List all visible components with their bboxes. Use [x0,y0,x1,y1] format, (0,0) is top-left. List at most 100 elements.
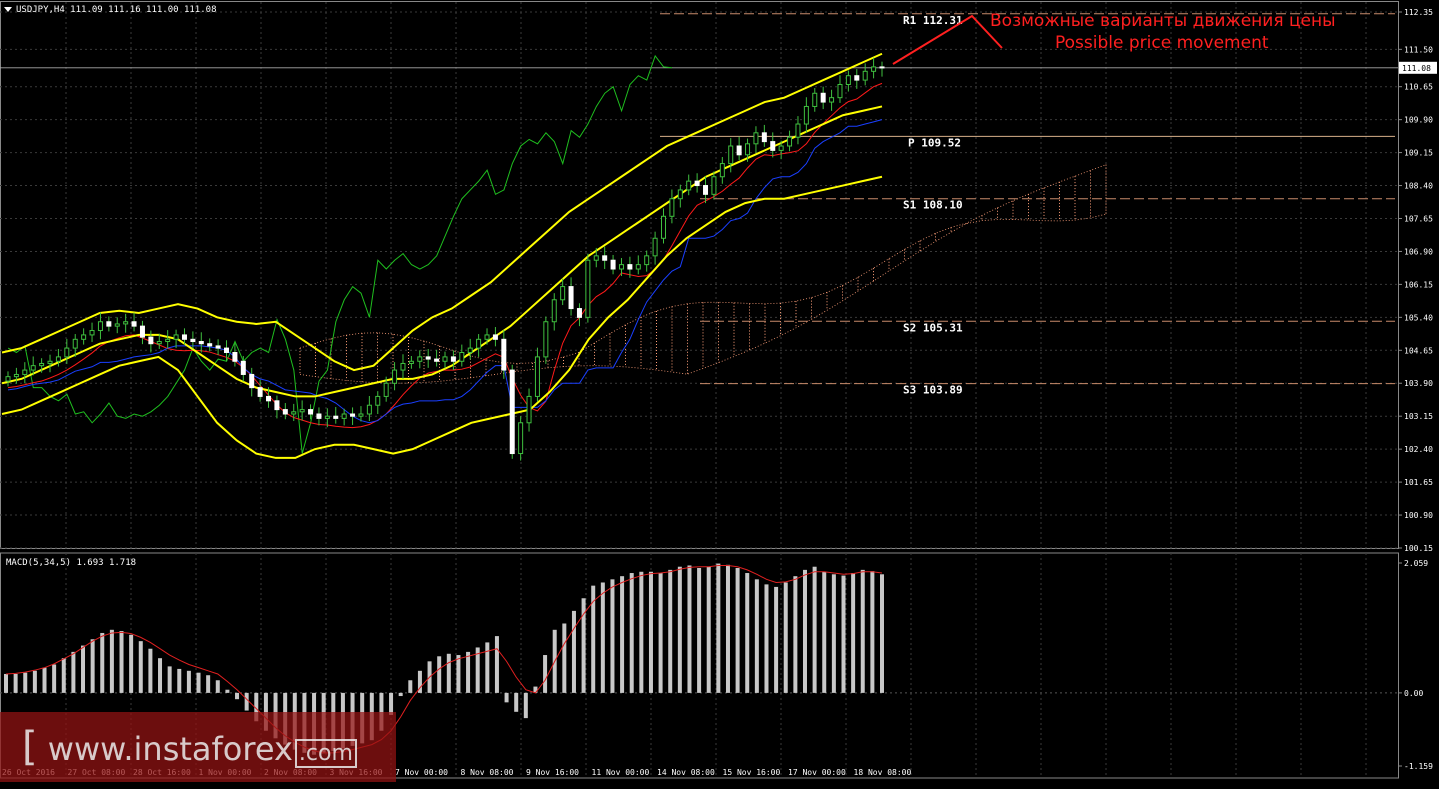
pivot-label-s1: S1 108.10 [903,199,963,212]
pivot-label-r1: R1 112.31 [903,14,963,27]
candle-bull [417,356,423,362]
macd-histogram-bar [235,692,240,700]
macd-histogram-bar [129,634,134,693]
candle-bear [501,338,507,371]
candle-bear [198,341,204,345]
candle-bull [442,356,448,362]
candle-bear [274,400,280,411]
candle-bull [39,362,45,367]
macd-histogram-bar [706,566,711,693]
candle-bear [576,308,582,318]
watermark-logo: [ www.instaforex .com [0,712,396,782]
candle-bear [350,413,356,417]
y-tick-label: 106.15 [1404,280,1433,289]
macd-histogram-bar [446,653,451,693]
candle-bull [156,341,162,345]
macd-histogram-bar [745,573,750,693]
candle-bull [778,145,784,151]
candle-bear [703,185,709,195]
y-tick-label: 105.40 [1404,313,1433,322]
macd-histogram-bar [725,564,730,693]
candle-bear [316,413,322,419]
annotation-text-ru: Возможные варианты движения цены [990,11,1336,31]
candle-bear [308,409,314,415]
candle-bull [753,132,759,145]
y-tick-label: 107.65 [1404,214,1433,223]
candle-bull [593,255,599,261]
candle-bull [22,369,28,375]
macd-histogram-bar [571,610,576,693]
candle-bear [190,338,196,343]
watermark-com: .com [294,739,357,768]
macd-histogram-bar [677,566,682,693]
candle-bull [669,198,675,217]
macd-histogram-bar [802,569,807,693]
macd-y-tick-label: -1.159 [1404,762,1433,771]
candle-bear [627,264,633,270]
candle-bull [677,189,683,200]
current-price-label: 111.08 [1402,64,1431,73]
candle-bull [392,369,398,384]
candle-bear [224,347,229,353]
macd-histogram-bar [620,576,625,693]
macd-histogram-bar [52,664,57,693]
candle-bull [30,365,36,371]
macd-histogram-bar [629,573,634,693]
candle-bull [795,123,801,138]
candle-bull [728,145,734,165]
candle-bull [560,286,566,301]
candle-bull [518,422,524,455]
macd-histogram-bar [109,629,114,693]
candle-bull [324,415,330,419]
macd-histogram-bar [42,667,47,693]
candle-bull [64,347,70,358]
macd-histogram-bar [158,658,163,693]
annotation-text-en: Possible price movement [1055,33,1269,53]
x-tick-label: 15 Nov 16:00 [723,768,781,777]
x-tick-label: 7 Nov 00:00 [395,768,448,777]
price-panel-frame [0,1,1399,549]
macd-histogram-bar [4,673,8,693]
macd-histogram-bar [225,689,230,693]
macd-histogram-bar [177,668,182,693]
candle-bull [114,323,120,327]
candle-bull [459,351,465,362]
candle-bear [282,409,288,415]
candle-bull [803,105,809,125]
macd-histogram-bar [90,639,95,693]
candle-bull [745,143,751,156]
macd-y-tick-label: 0.00 [1404,689,1423,698]
candle-bull [484,334,490,340]
macd-histogram-bar [23,672,28,693]
candle-bear [434,358,440,362]
pivot-label-p: P 109.52 [908,136,961,149]
y-tick-label: 108.40 [1404,182,1433,191]
macd-histogram-bar [783,582,788,693]
y-tick-label: 100.15 [1404,544,1433,553]
candle-bear [425,356,431,360]
candle-bear [131,321,137,327]
candle-bear [854,75,860,81]
y-tick-label: 109.15 [1404,149,1433,158]
candle-bull [366,404,372,415]
candle-bull [652,237,658,257]
candle-bear [232,351,238,362]
candle-bull [375,395,381,406]
macd-histogram-bar [81,645,86,693]
candle-bull [476,338,482,349]
macd-histogram-bar [716,563,721,693]
candle-bear [215,345,221,349]
candle-bull [55,356,61,362]
candle-bull [862,70,868,81]
macd-histogram-bar [543,655,548,693]
macd-histogram-bar [437,656,442,693]
macd-histogram-bar [215,680,220,693]
candle-bear [257,387,263,397]
candle-bull [291,411,297,415]
y-tick-label: 112.35 [1404,8,1433,17]
macd-header: MACD(5,34,5) 1.693 1.718 [6,558,137,568]
macd-histogram-bar [32,670,37,693]
y-tick-label: 106.90 [1404,247,1433,256]
y-tick-label: 102.40 [1404,445,1433,454]
dropdown-triangle-icon[interactable] [4,7,12,12]
